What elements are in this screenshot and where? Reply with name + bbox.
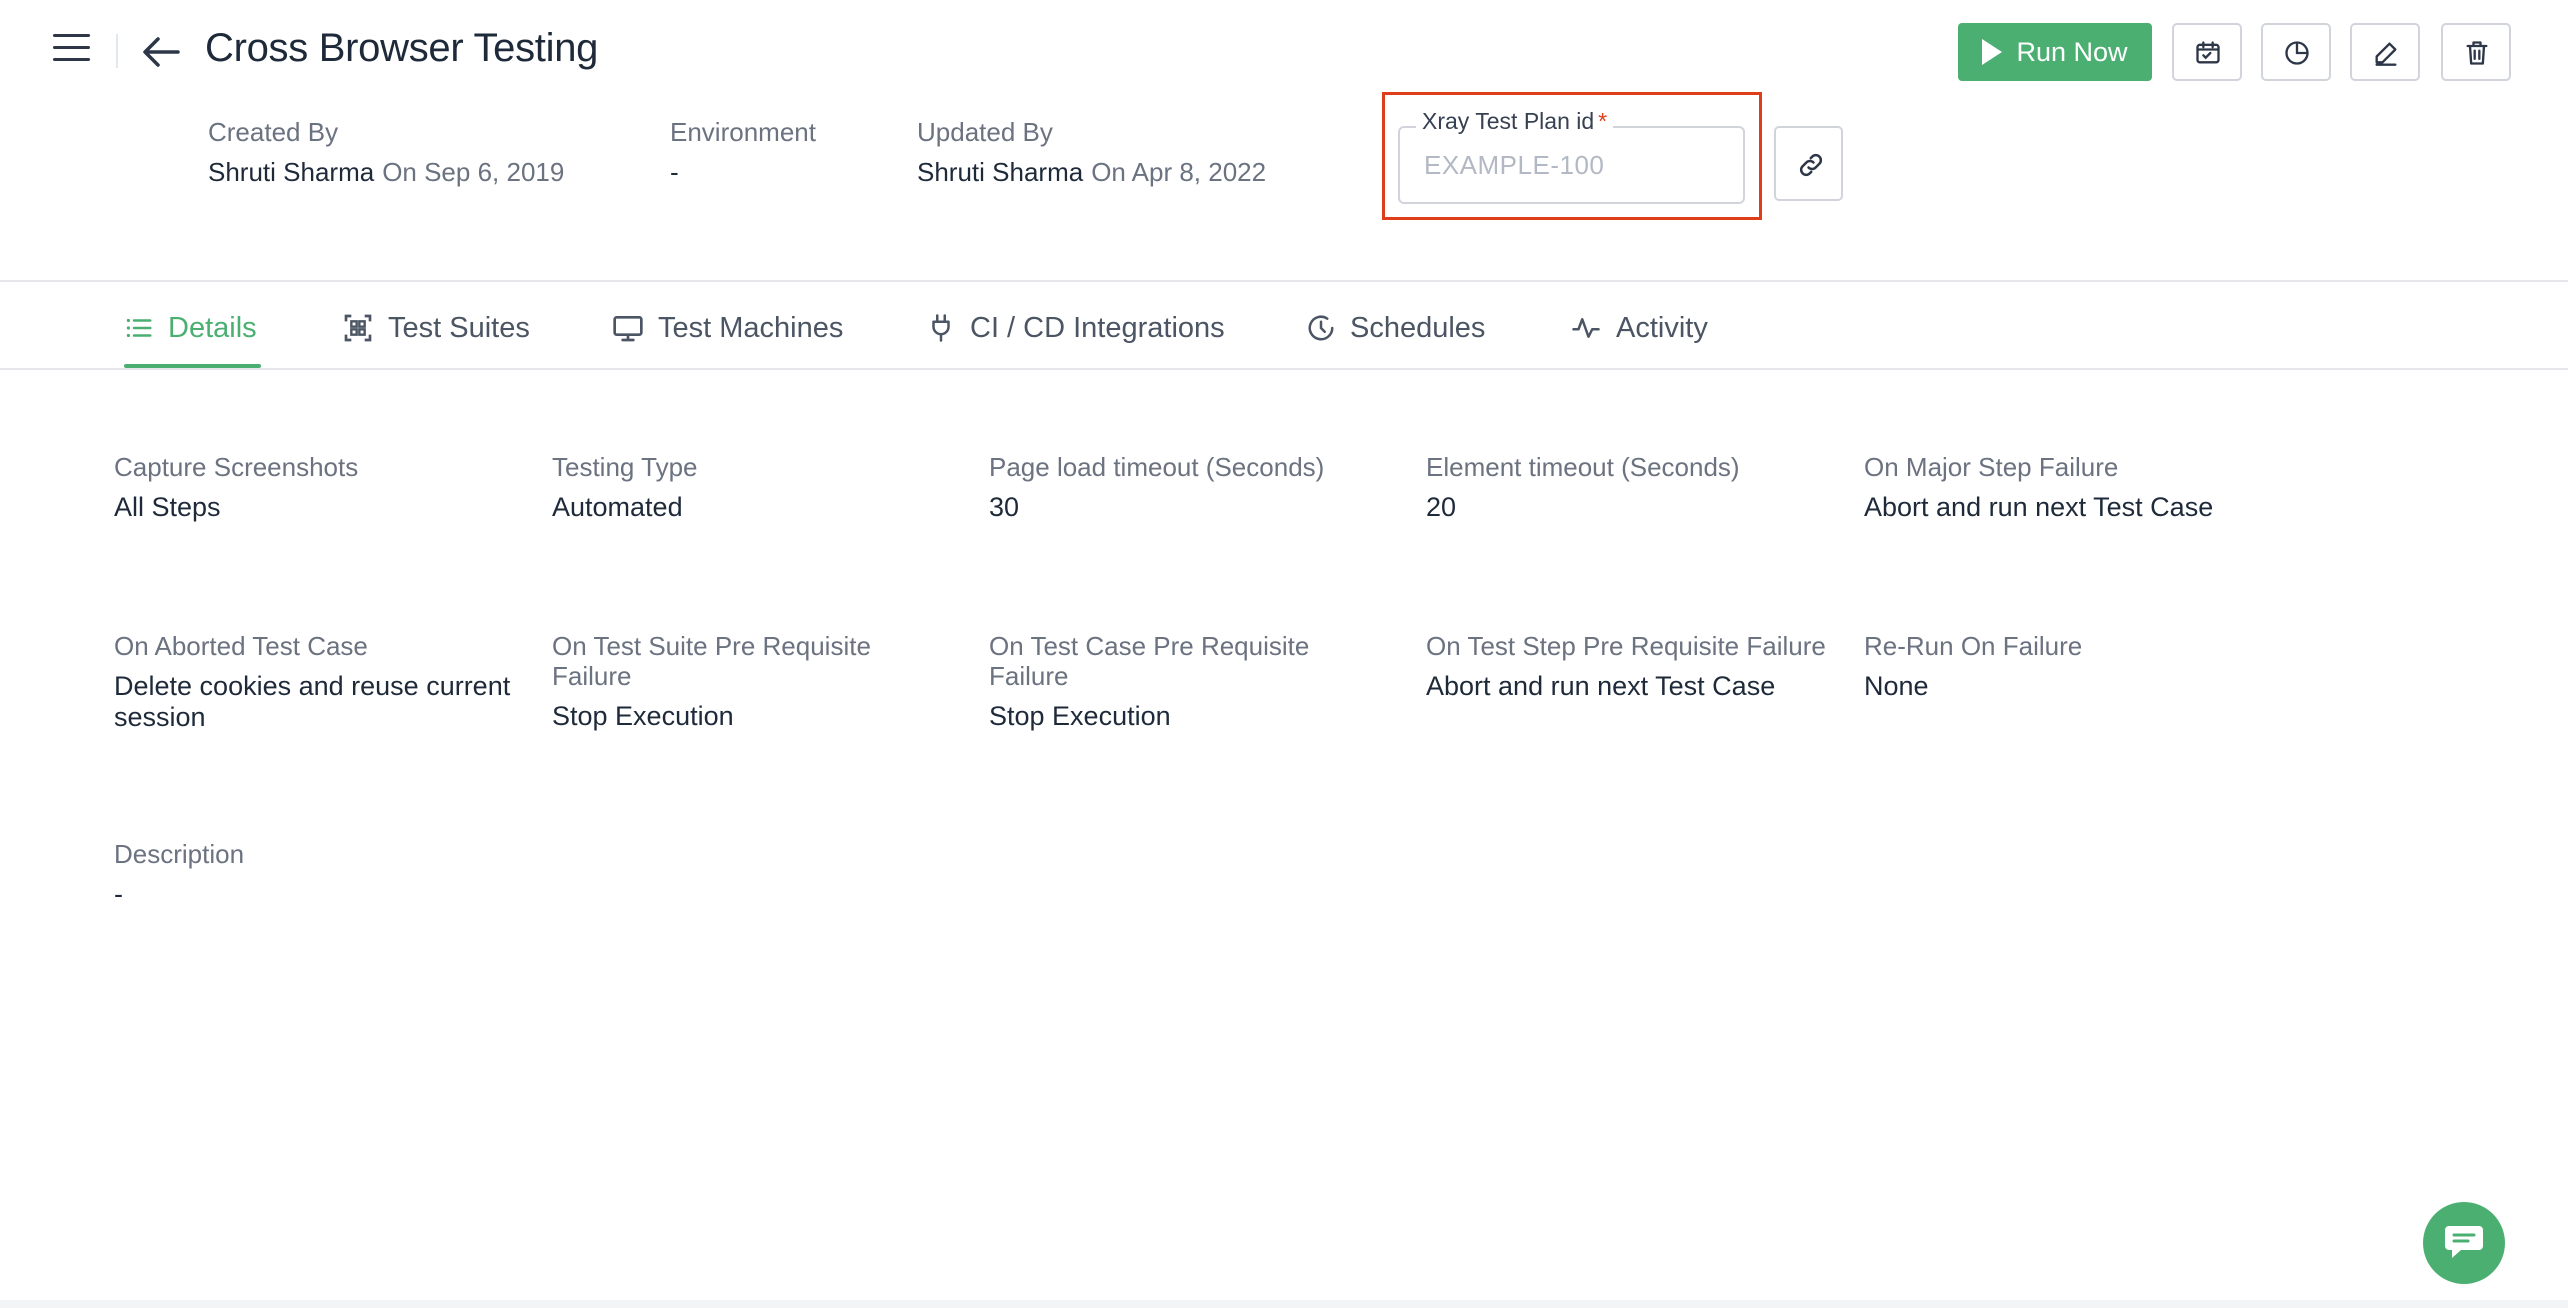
chat-icon: [2445, 1226, 2483, 1258]
detail-label: On Test Suite Pre Requisite Failure: [552, 631, 871, 691]
test-suites-icon: [344, 314, 372, 342]
detail-label: On Test Step Pre Requisite Failure: [1426, 631, 1826, 661]
detail-value: Automated: [552, 492, 683, 522]
detail-value: None: [1864, 671, 1929, 701]
delete-button[interactable]: [2441, 23, 2511, 81]
test-plan-page: Cross Browser Testing Created By Shruti …: [0, 0, 2568, 1308]
required-asterisk: *: [1598, 108, 1608, 134]
xray-test-plan-input[interactable]: [1424, 128, 1724, 202]
detail-label: Capture Screenshots: [114, 452, 359, 482]
back-arrow-icon[interactable]: [138, 30, 184, 74]
detail-label: Testing Type: [552, 452, 698, 482]
play-icon: [1982, 39, 2003, 65]
tab-test-suites-label: Test Suites: [388, 311, 530, 344]
header-divider: [116, 34, 118, 68]
schedule-button[interactable]: [2172, 23, 2242, 81]
page-title: Cross Browser Testing: [205, 26, 599, 70]
run-now-button[interactable]: Run Now: [1958, 23, 2152, 81]
tabs-bottom-border: [0, 368, 2568, 370]
tab-schedules-label: Schedules: [1350, 311, 1486, 344]
detail-value: 30: [989, 492, 1020, 522]
report-button[interactable]: [2261, 23, 2331, 81]
monitor-icon: [613, 316, 643, 342]
tab-details[interactable]: Details: [124, 298, 257, 358]
tab-test-machines[interactable]: Test Machines: [612, 298, 843, 358]
tab-ci-cd-integrations[interactable]: CI / CD Integrations: [926, 298, 1225, 358]
xray-label-text: Xray Test Plan id: [1422, 108, 1595, 134]
xray-test-plan-field: [1398, 126, 1745, 204]
clock-icon: [1308, 315, 1334, 341]
tab-schedules[interactable]: Schedules: [1306, 298, 1485, 358]
calendar-icon: [2196, 41, 2220, 64]
environment-value: -: [670, 157, 679, 188]
detail-value: All Steps: [114, 492, 221, 522]
list-icon: [126, 318, 152, 338]
detail-value: Stop Execution: [552, 701, 734, 731]
detail-value: 20: [1426, 492, 1457, 522]
description-label: Description: [114, 839, 245, 869]
updated-by-label: Updated By: [917, 117, 1053, 147]
environment-label: Environment: [670, 117, 816, 147]
tab-test-machines-label: Test Machines: [658, 311, 844, 344]
tab-details-label: Details: [168, 311, 257, 344]
detail-value: Abort and run next Test Case: [1426, 671, 1776, 701]
link-icon: [1799, 153, 1823, 177]
detail-value: Stop Execution: [989, 701, 1171, 731]
detail-label: On Aborted Test Case: [114, 631, 368, 661]
updated-by-value: Shruti Sharma On Apr 8, 2022: [917, 157, 1266, 188]
created-by-value: Shruti Sharma On Sep 6, 2019: [208, 157, 564, 188]
hamburger-menu-icon[interactable]: [50, 28, 94, 68]
updated-by-name: Shruti Sharma: [917, 157, 1084, 187]
xray-test-plan-label: Xray Test Plan id *: [1416, 108, 1614, 135]
bottom-strip: [0, 1300, 2568, 1308]
trash-icon: [2466, 41, 2488, 65]
link-button[interactable]: [1774, 126, 1843, 201]
description-value: -: [114, 879, 123, 909]
active-tab-indicator: [124, 364, 261, 368]
run-now-label: Run Now: [2016, 36, 2128, 67]
detail-label: Page load timeout (Seconds): [989, 452, 1325, 482]
chat-button[interactable]: [2423, 1202, 2505, 1284]
edit-icon: [2375, 42, 2397, 66]
detail-label: Element timeout (Seconds): [1426, 452, 1740, 482]
created-by-label: Created By: [208, 117, 339, 147]
detail-label: Re-Run On Failure: [1864, 631, 2083, 661]
tab-activity-label: Activity: [1616, 311, 1708, 344]
tabs-top-border: [0, 280, 2568, 282]
detail-label: On Major Step Failure: [1864, 452, 2119, 482]
pie-chart-icon: [2285, 41, 2309, 65]
detail-value: Abort and run next Test Case: [1864, 492, 2214, 522]
created-by-date: On Sep 6, 2019: [382, 157, 565, 187]
detail-value: Delete cookies and reuse current session: [114, 671, 511, 732]
tab-ci-cd-label: CI / CD Integrations: [970, 311, 1225, 344]
detail-label: On Test Case Pre Requisite Failure: [989, 631, 1310, 691]
edit-button[interactable]: [2350, 23, 2420, 81]
tab-test-suites[interactable]: Test Suites: [342, 298, 530, 358]
updated-by-date: On Apr 8, 2022: [1091, 157, 1267, 187]
activity-icon: [1572, 318, 1600, 338]
tab-activity[interactable]: Activity: [1570, 298, 1708, 358]
created-by-name: Shruti Sharma: [208, 157, 375, 187]
environment-value-text: -: [670, 157, 679, 187]
plug-icon: [932, 314, 950, 342]
